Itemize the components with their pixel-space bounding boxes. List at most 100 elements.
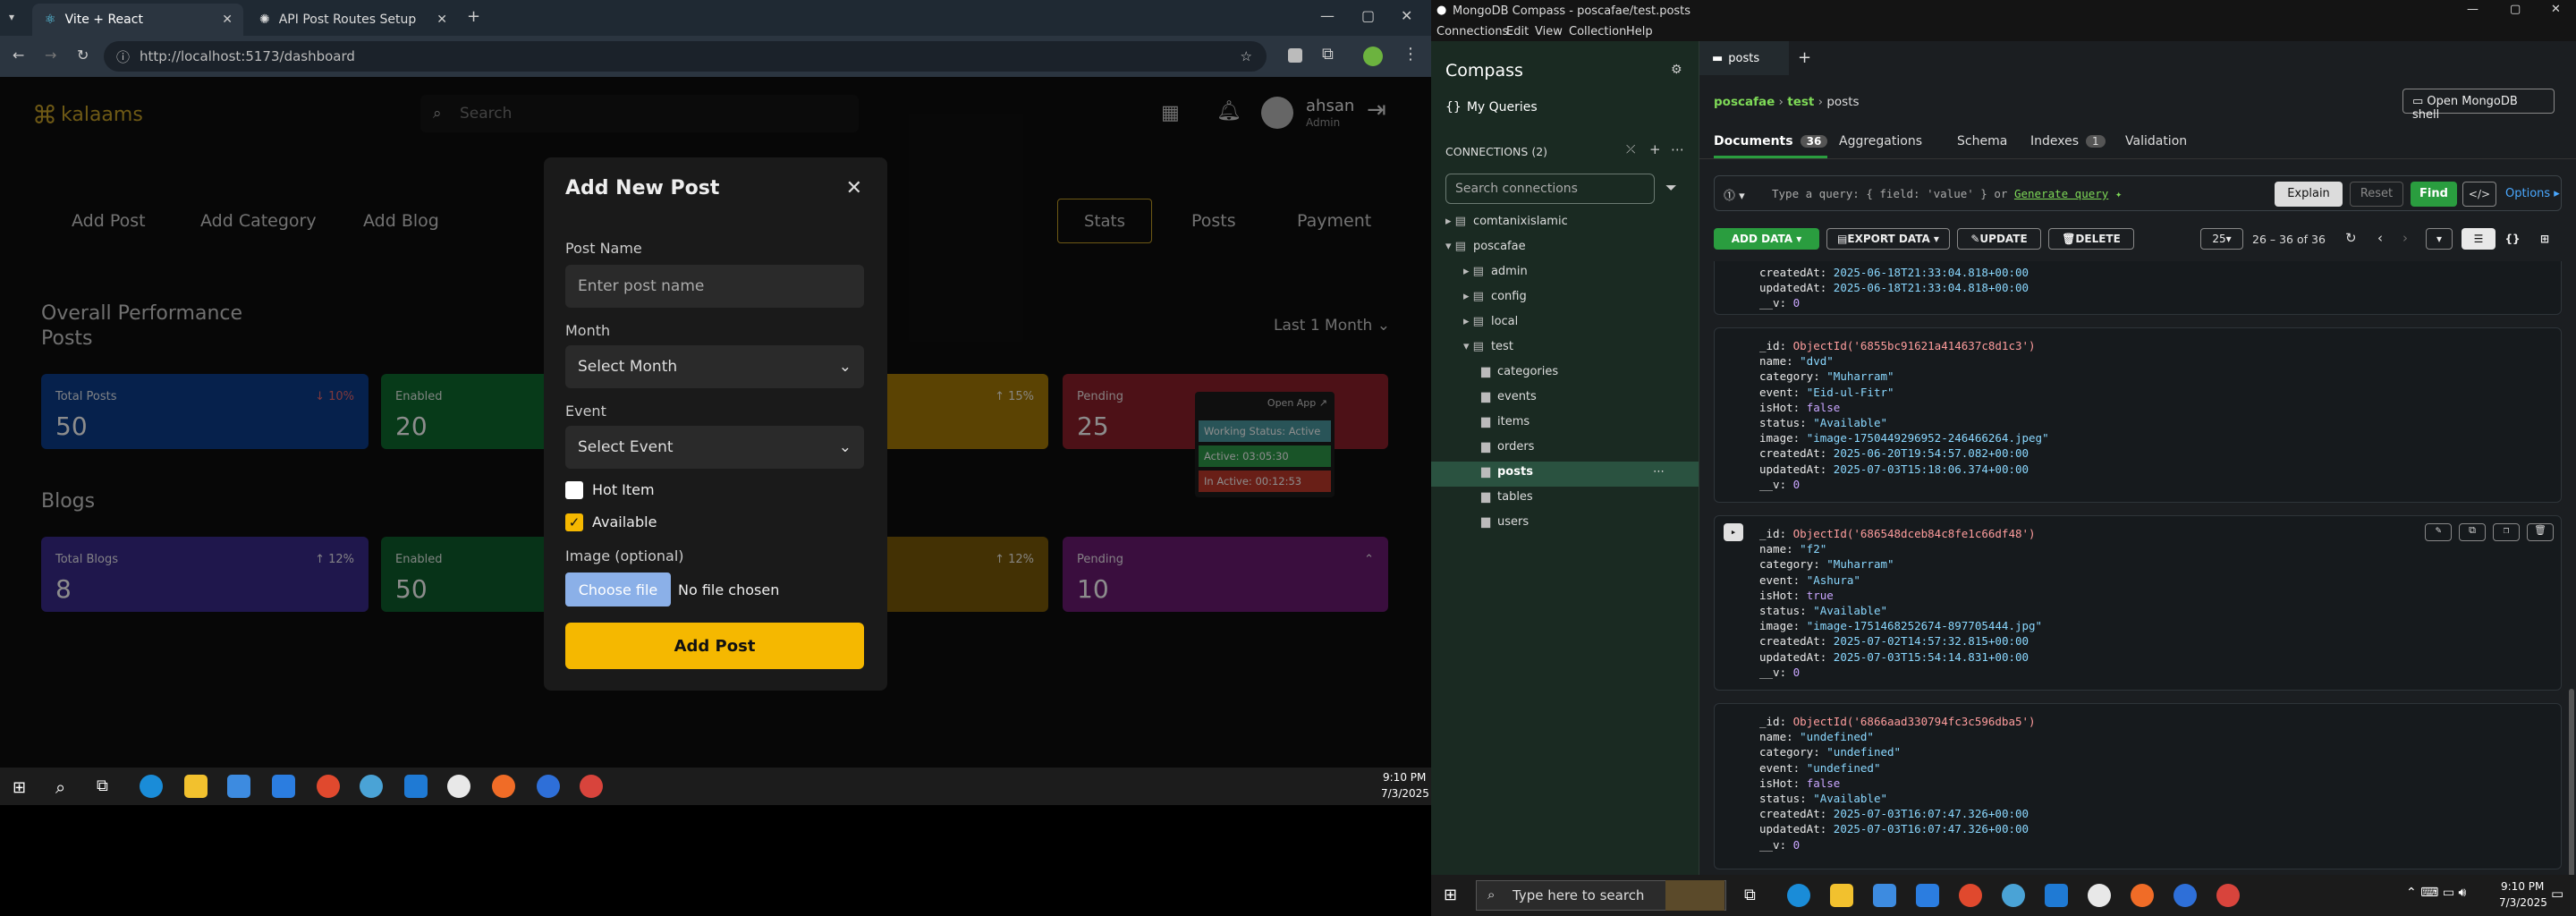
puzzle-icon[interactable]: ⧉ [1322, 45, 1334, 64]
field-value[interactable]: "undefined" [1826, 745, 1901, 759]
field-value[interactable]: 0 [1793, 838, 1801, 852]
field-value[interactable]: "Muharram" [1826, 369, 1894, 383]
delete-document-icon[interactable]: 🗑︎ [2527, 523, 2554, 541]
choose-file-button[interactable]: Choose file [565, 572, 671, 606]
edge-icon[interactable] [1787, 884, 1810, 907]
field-value[interactable]: "image-1751468252674-897705444.jpg" [1807, 619, 2042, 632]
generate-query-link[interactable]: Generate query [2014, 187, 2108, 200]
field-value[interactable]: 2025-06-20T19:54:57.082+00:00 [1834, 446, 2029, 460]
tree-item-items[interactable]: ▆ items [1481, 415, 1530, 428]
query-input[interactable]: Type a query: { field: 'value' } or Gene… [1772, 187, 2122, 200]
menu-edit[interactable]: Edit [1506, 25, 1529, 38]
file-explorer-icon[interactable] [184, 775, 208, 798]
mail-icon[interactable] [1916, 884, 1939, 907]
field-value[interactable]: "Available" [1813, 416, 1887, 429]
add-post-submit-button[interactable]: Add Post [565, 623, 864, 669]
window-close-icon[interactable]: ✕ [1401, 7, 1412, 24]
tree-item-orders[interactable]: ▆ orders [1481, 440, 1534, 454]
bookmark-star-icon[interactable]: ☆ [1241, 48, 1252, 64]
post-name-input[interactable]: Enter post name [565, 265, 864, 308]
update-button[interactable]: ✎ UPDATE [1957, 228, 2041, 250]
tree-item-posts[interactable]: ▆ ⋯ posts [1481, 465, 1665, 479]
edge-icon[interactable] [140, 775, 163, 798]
field-value[interactable]: 2025-07-03T16:07:47.326+00:00 [1834, 822, 2029, 835]
chrome-icon[interactable] [317, 775, 340, 798]
tree-item-poscafae[interactable]: ▾ ▤ poscafae [1445, 240, 1526, 253]
windows-start-icon[interactable]: ⊞ [13, 778, 26, 797]
field-value[interactable]: "Muharram" [1826, 557, 1894, 571]
reset-button[interactable]: Reset [2350, 182, 2403, 207]
task-view-icon[interactable]: ⧉ [97, 776, 108, 795]
tab-menu-icon[interactable]: ▾ [9, 11, 14, 23]
tab-vite-react[interactable]: ⚛ Vite + React ✕ [32, 4, 243, 36]
bell-icon[interactable]: 🔔︎ [1216, 100, 1241, 123]
add-category-button[interactable]: Add Category [200, 211, 317, 231]
available-checkbox[interactable]: ✓ [565, 513, 583, 531]
tab-api-post-routes[interactable]: ✺ API Post Routes Setup ✕ [247, 4, 458, 36]
search-connections-input[interactable]: Search connections [1445, 174, 1655, 204]
json-view-icon[interactable]: {} [2497, 228, 2528, 250]
notification-icon[interactable]: ▭ [2551, 886, 2563, 902]
edit-document-icon[interactable]: ✎ [2425, 523, 2452, 541]
period-select[interactable]: Last 1 Month ⌄ [1274, 317, 1390, 335]
postman-icon[interactable] [2131, 884, 2154, 907]
refresh-icon[interactable]: ↻ [2345, 230, 2357, 246]
menu-connections[interactable]: Connections [1436, 25, 1508, 38]
close-icon[interactable]: ✕ [222, 13, 233, 27]
subtab-validation[interactable]: Validation [2125, 134, 2187, 148]
news-widget-icon[interactable] [1665, 880, 1724, 911]
tree-item-admin[interactable]: ▸ ▤ admin [1463, 265, 1528, 278]
back-icon[interactable]: ← [13, 47, 24, 64]
url-field[interactable]: ⓘ http://localhost:5173/dashboard ☆ [104, 41, 1267, 72]
tree-item-test[interactable]: ▾ ▤ test [1463, 340, 1513, 353]
my-queries-link[interactable]: {} My Queries [1445, 100, 1538, 114]
field-value[interactable]: ObjectId('686548dceb84c8fe1c66df48') [1793, 527, 2036, 540]
list-view-icon[interactable]: ☰ [2462, 228, 2496, 250]
page-size-select[interactable]: 25 ▾ [2200, 228, 2243, 250]
vscode-icon[interactable] [2045, 884, 2068, 907]
new-tab-icon[interactable]: + [467, 7, 480, 26]
reload-icon[interactable]: ↻ [77, 47, 89, 64]
open-app-link[interactable]: Open App ↗ [1267, 397, 1327, 409]
new-tab-icon[interactable]: + [1798, 48, 1811, 67]
posts-tab[interactable]: Posts [1191, 211, 1236, 231]
subtab-schema[interactable]: Schema [1957, 134, 2007, 148]
search-box[interactable]: ⌕ Search [420, 95, 859, 132]
tree-item-categories[interactable]: ▆ categories [1481, 365, 1558, 378]
field-value[interactable]: ObjectId('6855bc91621a414637c8d1c3') [1793, 339, 2036, 352]
open-shell-button[interactable]: ▭ Open MongoDB shell [2402, 89, 2555, 122]
menu-help[interactable]: Help [1626, 25, 1653, 38]
prev-page-icon[interactable]: ‹ [2377, 230, 2383, 246]
task-view-icon[interactable]: ⧉ [1744, 886, 1756, 904]
store-icon[interactable] [227, 775, 250, 798]
expand-icon[interactable]: ▸ [1724, 523, 1743, 541]
tree-item-events[interactable]: ▆ events [1481, 390, 1537, 403]
field-value[interactable]: "dvd" [1800, 354, 1834, 368]
month-select[interactable]: Select Month ⌄ [565, 345, 864, 388]
maximize-icon[interactable]: ▢ [1361, 7, 1375, 24]
breadcrumb-db[interactable]: test [1787, 95, 1814, 109]
field-value[interactable]: "undefined" [1807, 761, 1881, 775]
forward-icon[interactable]: → [45, 47, 56, 64]
user-avatar[interactable] [1261, 97, 1293, 129]
event-select[interactable]: Select Event ⌄ [565, 426, 864, 469]
find-button[interactable]: Find [2411, 182, 2457, 207]
copy-document-icon[interactable]: ⧉ [2459, 523, 2486, 541]
field-value[interactable]: false [1807, 401, 1841, 414]
more-icon[interactable]: ⋮ [1402, 45, 1419, 64]
maximize-icon[interactable]: ▢ [2510, 3, 2521, 16]
add-connection-icon[interactable]: + [1649, 141, 1661, 157]
settings-icon[interactable]: ⚙ [1671, 63, 1682, 77]
tree-item-local[interactable]: ▸ ▤ local [1463, 315, 1518, 328]
app2-icon[interactable] [2216, 884, 2240, 907]
extension-icon[interactable] [1288, 48, 1302, 63]
view-options-dropdown[interactable]: ▾ [2426, 228, 2453, 250]
next-page-icon[interactable]: › [2402, 230, 2408, 246]
query-options-icon[interactable]: ⓵ ▾ [1724, 186, 1745, 203]
modal-close-icon[interactable]: ✕ [846, 177, 862, 199]
subtab-indexes[interactable]: Indexes 1 [2030, 134, 2106, 148]
more-icon[interactable]: ⋯ [1653, 465, 1665, 479]
field-value[interactable]: "Available" [1813, 604, 1887, 617]
field-value[interactable]: ObjectId('6866aad330794fc3c596dba5') [1793, 715, 2036, 728]
tree-item-tables[interactable]: ▆ tables [1481, 490, 1533, 504]
